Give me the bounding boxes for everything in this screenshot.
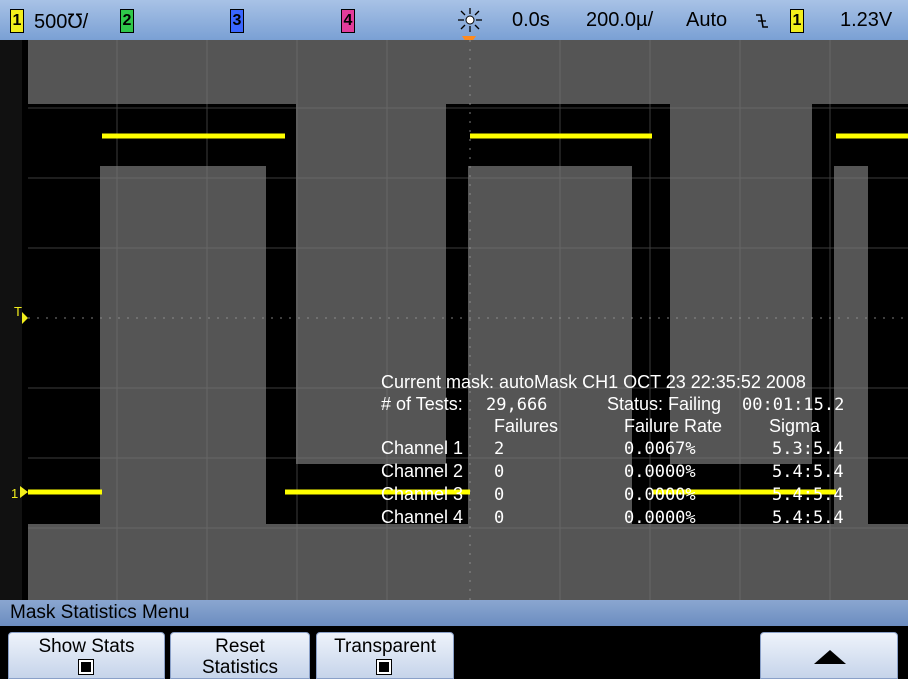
status-label: Status: Failing [607,394,722,414]
transparent-softkey[interactable]: Transparent [316,632,454,679]
stats-row-rate: 0.0000% [624,485,696,505]
menu-up-softkey[interactable] [760,632,898,679]
menu-title-bar: Mask Statistics Menu [0,600,908,626]
show-stats-checkbox[interactable] [77,659,94,675]
up-arrow-icon [814,650,846,664]
softkey-label: Reset [215,636,265,657]
reset-statistics-softkey[interactable]: Reset Statistics [170,632,310,679]
stats-row-sigma: 5.4:5.4 [772,485,844,505]
falling-edge-icon [756,14,768,28]
time-scale[interactable]: 200.0µ/ [586,9,653,32]
time-delay[interactable]: 0.0s [512,9,550,32]
channel-3-badge[interactable]: 3 [230,9,244,33]
stats-row-rate: 0.0000% [624,462,696,482]
stats-row-failures: 2 [494,439,505,459]
stats-row-sigma: 5.4:5.4 [772,508,844,528]
stats-row-channel: Channel 2 [381,461,464,481]
failure-rate-header: Failure Rate [624,416,723,436]
status-bar: 1 500℧/ 2 3 4 0.0s 200.0µ/ Auto 1 1.23V [0,0,908,40]
stats-row-failures: 0 [494,462,505,482]
stats-row-sigma: 5.3:5.4 [772,439,844,459]
trigger-source-badge[interactable]: 1 [790,9,804,33]
elapsed-time: 00:01:15.2 [742,395,845,415]
softkey-label-line2: Statistics [201,657,279,678]
stats-row-sigma: 5.4:5.4 [772,462,844,482]
acquisition-status-icon [458,8,482,32]
stats-row-channel: Channel 1 [381,438,464,458]
current-mask-label: Current mask: autoMask CH1 OCT 23 22:35:… [381,372,806,392]
channel-1-badge[interactable]: 1 [10,9,24,33]
waveform-display[interactable]: T 1 Current mask: autoMask CH1 OCT 23 22… [0,40,908,600]
sigma-header: Sigma [769,416,821,436]
show-stats-softkey[interactable]: Show Stats [8,632,165,679]
ground-marker: 1 [11,486,18,501]
stats-row-rate: 0.0067% [624,439,696,459]
softkey-bar: Show Stats Reset Statistics Transparent [0,626,908,679]
softkey-label: Transparent [334,636,436,657]
stats-row-channel: Channel 3 [381,484,464,504]
transparent-checkbox[interactable] [376,659,392,675]
channel-4-badge[interactable]: 4 [341,9,355,33]
stats-row-channel: Channel 4 [381,507,464,527]
failures-header: Failures [494,416,559,436]
trigger-level[interactable]: 1.23V [840,9,892,32]
channel-1-scale[interactable]: 500℧/ [34,9,88,34]
softkey-label: Show Stats [38,636,135,657]
mask-regions [28,104,908,524]
tests-label: # of Tests: [381,394,463,414]
menu-title: Mask Statistics Menu [10,602,190,623]
channel-2-badge[interactable]: 2 [120,9,134,33]
trigger-level-marker: T [14,304,22,319]
stats-row-failures: 0 [494,485,505,505]
stats-row-rate: 0.0000% [624,508,696,528]
trigger-mode[interactable]: Auto [686,9,727,32]
stats-row-failures: 0 [494,508,505,528]
tests-value: 29,666 [486,395,548,415]
